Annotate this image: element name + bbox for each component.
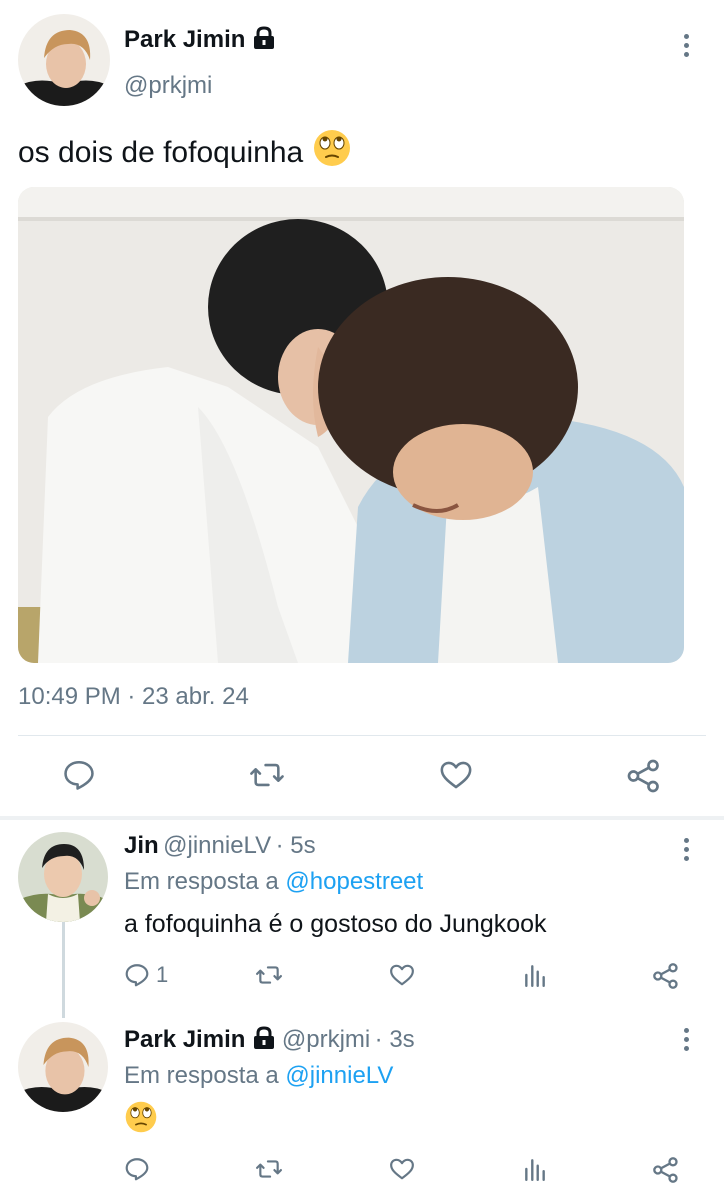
face-with-rolling-eyes-icon [312,128,352,176]
main-tweet-timestamp[interactable]: 10:49 PM · 23 abr. 24 [18,683,249,711]
retweet-icon [255,1160,282,1178]
lock-icon [251,26,277,57]
main-tweet-text: os dois de fofoquinha [18,128,352,176]
reply-button[interactable] [62,758,96,792]
share-icon [653,963,678,989]
share-icon [653,1157,678,1183]
reply-avatar[interactable] [18,1022,108,1112]
heart-icon [390,1158,414,1180]
share-button[interactable] [652,1156,680,1184]
reply-icon [125,964,149,987]
retweet-icon [250,763,284,787]
like-button[interactable] [438,758,474,792]
analytics-icon [525,1159,545,1182]
analytics-button[interactable] [522,1156,548,1182]
reply-text: a fofoquinha é o gostoso do Jungkook [124,910,547,938]
heart-icon [390,964,414,986]
analytics-icon [525,965,545,988]
reply-button[interactable] [124,1156,156,1182]
like-button[interactable] [388,962,416,988]
reply-handle[interactable]: @prkjmi [282,1026,370,1053]
reply-handle[interactable]: @jinnieLV [163,832,271,859]
reply-icon [64,760,94,790]
section-divider [0,816,724,820]
reply-author-name[interactable]: Jin [124,832,159,859]
reply-context: Em resposta a @jinnieLV [124,1062,394,1089]
divider [18,735,706,736]
reply-time[interactable]: · 3s [375,1026,415,1053]
main-tweet-handle[interactable]: @prkjmi [124,72,212,100]
reply-mention-link[interactable]: @hopestreet [285,868,423,895]
retweet-button[interactable] [248,758,286,792]
main-tweet-author-name[interactable]: Park Jimin [124,26,277,57]
share-icon [627,759,659,793]
retweet-button[interactable] [254,962,284,988]
lock-icon [251,1026,277,1055]
more-vertical-icon[interactable] [683,34,689,61]
analytics-button[interactable] [522,962,548,988]
face-with-rolling-eyes-icon [124,1100,158,1139]
share-button[interactable] [652,962,680,990]
reply-mention-link[interactable]: @jinnieLV [285,1062,393,1089]
more-vertical-icon[interactable] [683,838,689,865]
reply-author-name[interactable]: Park Jimin [124,1026,245,1053]
reply-icon [125,1158,149,1181]
reply-button[interactable]: 1 [124,962,168,988]
heart-icon [440,761,472,789]
tweet-photo[interactable] [18,187,684,663]
reply-time[interactable]: · 5s [276,832,316,859]
share-button[interactable] [626,758,662,794]
reply-header: Jin @jinnieLV · 5s [124,832,316,860]
more-vertical-icon[interactable] [683,1028,689,1055]
thread-connector [62,922,65,1018]
like-button[interactable] [388,1156,416,1182]
reply-avatar[interactable] [18,832,108,922]
main-tweet-avatar[interactable] [18,14,110,106]
retweet-button[interactable] [254,1156,284,1182]
reply-count: 1 [156,962,169,987]
retweet-icon [255,966,282,984]
reply-context: Em resposta a @hopestreet [124,868,424,895]
reply-header: Park Jimin @prkjmi · 3s [124,1026,415,1055]
